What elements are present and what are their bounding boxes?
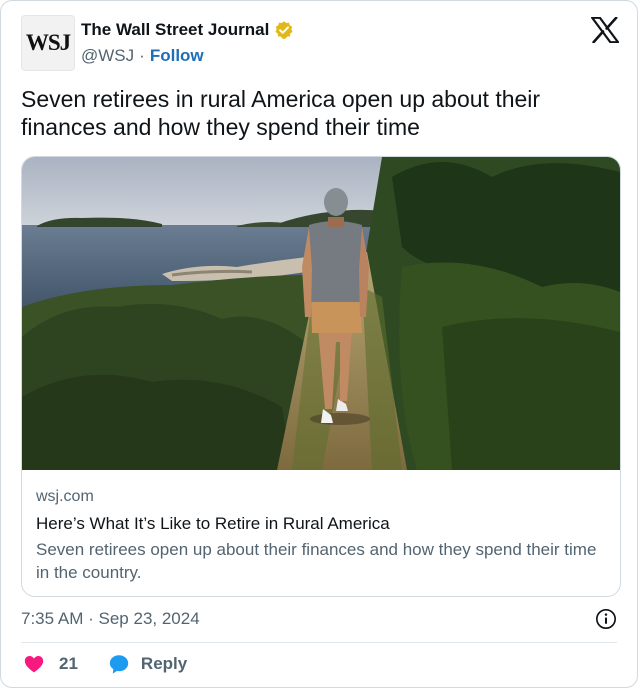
info-icon[interactable] [595,608,617,630]
link-preview-card[interactable]: wsj.com Here’s What It’s Like to Retire … [21,156,621,597]
tweet-date: Sep 23, 2024 [98,609,200,628]
link-description: Seven retirees open up about their finan… [36,540,597,582]
heart-icon [24,656,44,673]
author-name-row: The Wall Street Journal [81,20,294,40]
reply-button[interactable]: Reply [108,653,187,675]
verified-badge-icon [275,21,293,39]
reply-label: Reply [140,654,188,673]
action-bar: 21 Reply [23,653,187,675]
wsj-logo: WSJ [25,30,71,55]
tweet-embed-card: WSJ The Wall Street Journal @WSJ · Follo… [0,0,638,688]
link-card-meta: wsj.com Here’s What It’s Like to Retire … [36,487,606,584]
link-title[interactable]: Here’s What It’s Like to Retire in Rural… [36,513,606,535]
follow-button[interactable]: Follow [150,46,204,66]
divider [21,642,617,643]
author-display-name[interactable]: The Wall Street Journal [81,20,269,40]
like-count: 21 [59,654,78,673]
handle-separator: · [139,46,145,65]
timestamp-separator: · [88,609,94,628]
reply-bubble-icon [109,655,129,674]
like-button[interactable]: 21 [23,653,78,675]
x-logo-icon[interactable] [591,17,619,43]
author-handle[interactable]: @WSJ [81,46,134,66]
link-domain: wsj.com [36,488,94,505]
tweet-time: 7:35 AM [21,609,84,628]
avatar[interactable]: WSJ [21,15,75,71]
tweet-text: Seven retirees in rural America open up … [21,86,541,140]
author-handle-row: @WSJ · Follow [81,46,204,66]
article-photo [22,157,620,470]
tweet-timestamp[interactable]: 7:35 AM · Sep 23, 2024 [21,609,200,629]
